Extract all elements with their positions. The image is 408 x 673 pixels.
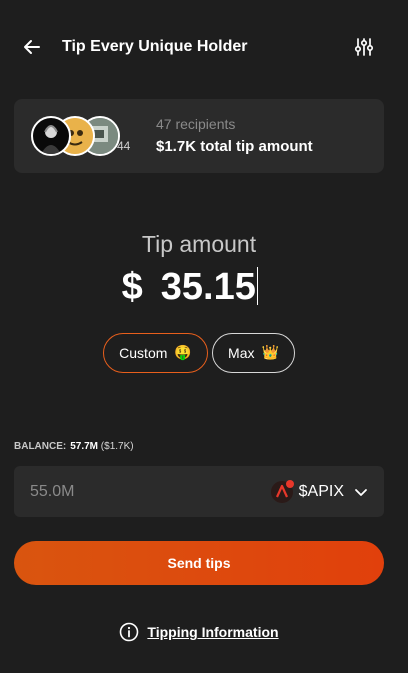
token-badge-dot: [285, 479, 294, 488]
balance-fiat: ($1.7K): [100, 441, 134, 452]
tip-amount-input[interactable]: $35.15: [0, 266, 380, 309]
token-name: $APIX: [298, 482, 344, 500]
total-tip-amount: $1.7K total tip amount: [156, 138, 313, 155]
balance-label: BALANCE:: [14, 441, 67, 452]
tip-panel: Tip Every Unique Holder +44 47 recipient…: [0, 0, 408, 673]
text-caret: [256, 267, 259, 305]
arrow-left-icon: [24, 40, 40, 54]
token-amount-input[interactable]: 55.0M: [30, 466, 230, 517]
crown-icon: 👑: [261, 345, 279, 361]
back-button[interactable]: [20, 35, 44, 59]
sliders-icon: [354, 38, 374, 56]
token-amount-field: 55.0M $APIX: [14, 466, 384, 517]
recipients-count: 47 recipients: [156, 116, 236, 132]
token-selector[interactable]: $APIX: [270, 466, 368, 517]
tipping-information-label: Tipping Information: [147, 624, 279, 640]
apix-token-icon: [270, 479, 294, 503]
custom-label: Custom: [119, 345, 168, 361]
balance-value: 57.7M: [70, 441, 99, 452]
header: Tip Every Unique Holder: [0, 28, 408, 66]
max-label: Max: [228, 345, 255, 361]
info-icon: [120, 622, 139, 642]
tip-amount-value: 35.15: [160, 266, 256, 308]
page-title: Tip Every Unique Holder: [62, 38, 248, 55]
tip-amount-label: Tip amount: [141, 231, 257, 257]
chevron-down-icon: [355, 488, 367, 496]
send-tips-button[interactable]: Send tips: [14, 541, 384, 585]
max-amount-button[interactable]: Max 👑: [212, 333, 295, 373]
tipping-information-link[interactable]: Tipping Information: [0, 622, 398, 642]
currency-symbol: $: [121, 266, 143, 308]
custom-amount-button[interactable]: Custom 🤑: [103, 333, 208, 373]
balance-info: BALANCE: 57.7M ($1.7K): [14, 441, 134, 452]
money-face-icon: 🤑: [174, 345, 192, 361]
recipient-avatar: [31, 116, 71, 156]
recipients-card[interactable]: +44 47 recipients $1.7K total tip amount: [14, 99, 384, 173]
settings-button[interactable]: [352, 35, 376, 59]
